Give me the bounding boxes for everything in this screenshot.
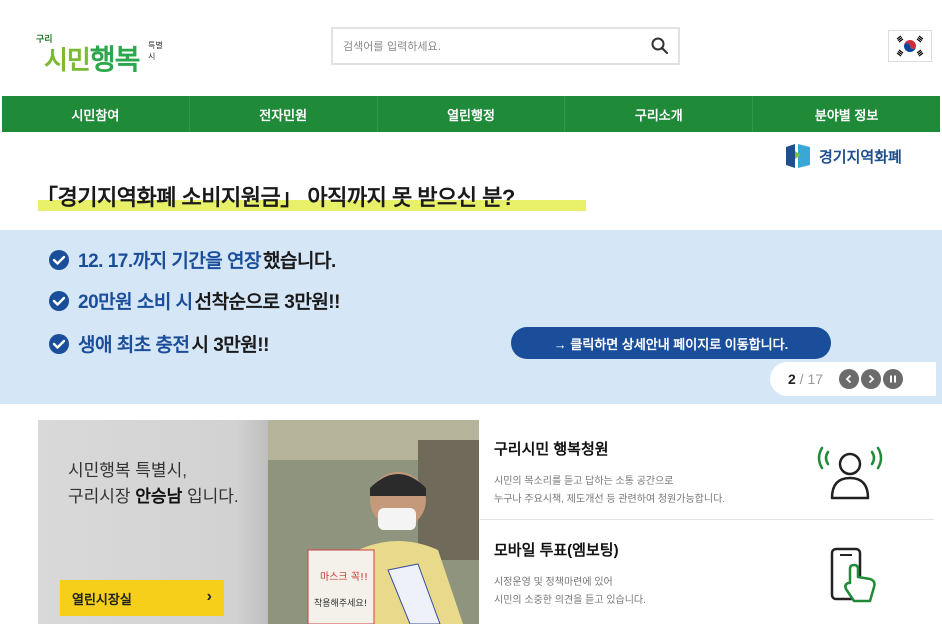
slide-total: 17	[807, 371, 824, 387]
nav-item-citizen-participation[interactable]: 시민참여	[2, 96, 190, 132]
chevron-right-icon	[868, 374, 875, 384]
search-input[interactable]	[343, 37, 643, 55]
nav-item-open-administration[interactable]: 열린행정	[378, 96, 566, 132]
main-navigation: 시민참여 전자민원 열린행정 구리소개 분야별 정보	[2, 96, 940, 132]
search-box	[331, 27, 680, 65]
mayor-greeting-line1: 시민행복 특별시,	[68, 461, 187, 480]
nav-item-info-by-field[interactable]: 분야별 정보	[753, 96, 940, 132]
mayor-section: 마스크 꼭!! 착용해주세요! 시민행복 특별시, 구리시장 안승남 입니다. …	[38, 420, 479, 624]
site-header: 구리 시민행복 특별시	[0, 0, 942, 96]
pause-slide-button[interactable]	[883, 369, 904, 389]
card-description: 누구나 주요시책, 제도개선 등 관련하여 청원가능합니다.	[494, 494, 726, 505]
person-voice-icon	[817, 446, 883, 500]
mayor-greeting-line2: 구리시장 안승남 입니다.	[68, 482, 239, 507]
chevron-left-icon	[845, 374, 852, 384]
mayor-photo: 마스크 꼭!! 착용해주세요!	[268, 420, 479, 624]
mobile-voting-card[interactable]: 모바일 투표(엠보팅) 시정운영 및 정책마련에 있어 시민의 소중한 의견을 …	[480, 521, 934, 624]
logo-main-part1: 시민	[44, 46, 91, 76]
logo-tag-text: 특별시	[148, 41, 163, 61]
site-logo[interactable]: 구리 시민행복 특별시	[36, 24, 166, 76]
card-title: 구리시민 행복청원	[494, 441, 609, 458]
card-description: 시정운영 및 정책마련에 있어	[494, 577, 613, 588]
brand-text: 경기지역화폐	[819, 148, 902, 166]
nav-item-e-civil-service[interactable]: 전자민원	[190, 96, 378, 132]
bullet-text: 시 3만원!!	[191, 335, 269, 356]
banner-pager: 2 / 17	[770, 362, 936, 396]
card-description: 시민의 소중한 의견을 듣고 있습니다.	[494, 595, 646, 606]
check-circle-icon	[49, 333, 69, 354]
check-circle-icon	[49, 290, 69, 311]
slide-separator: /	[795, 371, 808, 387]
bullet-highlight: 생애 최초 충전	[78, 335, 190, 356]
language-flag-button[interactable]	[888, 30, 932, 62]
mayor-greeting-suffix: 입니다.	[182, 487, 239, 506]
gyeonggi-currency-mark-icon	[786, 144, 810, 168]
banner-bullet: 12. 17.까지 기간을 연장 했습니다.	[48, 246, 336, 273]
card-title: 모바일 투표(엠보팅)	[494, 542, 619, 559]
open-mayor-office-label: 열린시장실	[72, 591, 132, 607]
detail-page-link-button[interactable]: → 클릭하면 상세안내 페이지로 이동합니다.	[511, 327, 831, 359]
mayor-name: 안승남	[135, 487, 183, 506]
prev-slide-button[interactable]	[839, 369, 860, 389]
chevron-right-icon: ›	[206, 588, 212, 605]
banner-headline: 「경기지역화폐 소비지원금」 아직까지 못 받으신 분?	[36, 185, 515, 210]
slide-counter: 2 / 17	[788, 371, 823, 387]
next-slide-button[interactable]	[861, 369, 882, 389]
nav-item-about-guri[interactable]: 구리소개	[565, 96, 754, 132]
logo-main-part2: 행복	[89, 43, 141, 76]
check-circle-icon	[49, 249, 69, 270]
slide-current: 2	[788, 371, 796, 387]
logo-main-text: 시민행복	[44, 38, 141, 78]
bullet-highlight: 20만원 소비 시	[78, 292, 193, 313]
mayor-title: 구리시장	[68, 487, 136, 506]
bullet-text: 선착순으로 3만원!!	[194, 292, 341, 313]
svg-text:마스크 꼭!!: 마스크 꼭!!	[320, 571, 368, 583]
korea-flag-icon	[893, 34, 927, 58]
bullet-highlight: 12. 17.까지 기간을 연장	[78, 251, 262, 272]
search-icon[interactable]	[650, 36, 670, 56]
mobile-touch-icon	[830, 547, 876, 603]
banner-bullet: 20만원 소비 시 선착순으로 3만원!!	[48, 287, 340, 314]
open-mayor-office-button[interactable]: 열린시장실 ›	[60, 580, 224, 616]
bullet-text: 했습니다.	[263, 251, 336, 272]
card-description: 시민의 목소리를 듣고 답하는 소통 공간으로	[494, 476, 674, 487]
svg-text:착용해주세요!: 착용해주세요!	[314, 598, 367, 609]
pause-icon	[890, 375, 897, 383]
gyeonggi-currency-logo: 경기지역화폐	[783, 141, 902, 171]
banner-bullet: 생애 최초 충전 시 3만원!!	[48, 330, 269, 357]
petition-card[interactable]: 구리시민 행복청원 시민의 목소리를 듣고 답하는 소통 공간으로 누구나 주요…	[480, 420, 934, 520]
